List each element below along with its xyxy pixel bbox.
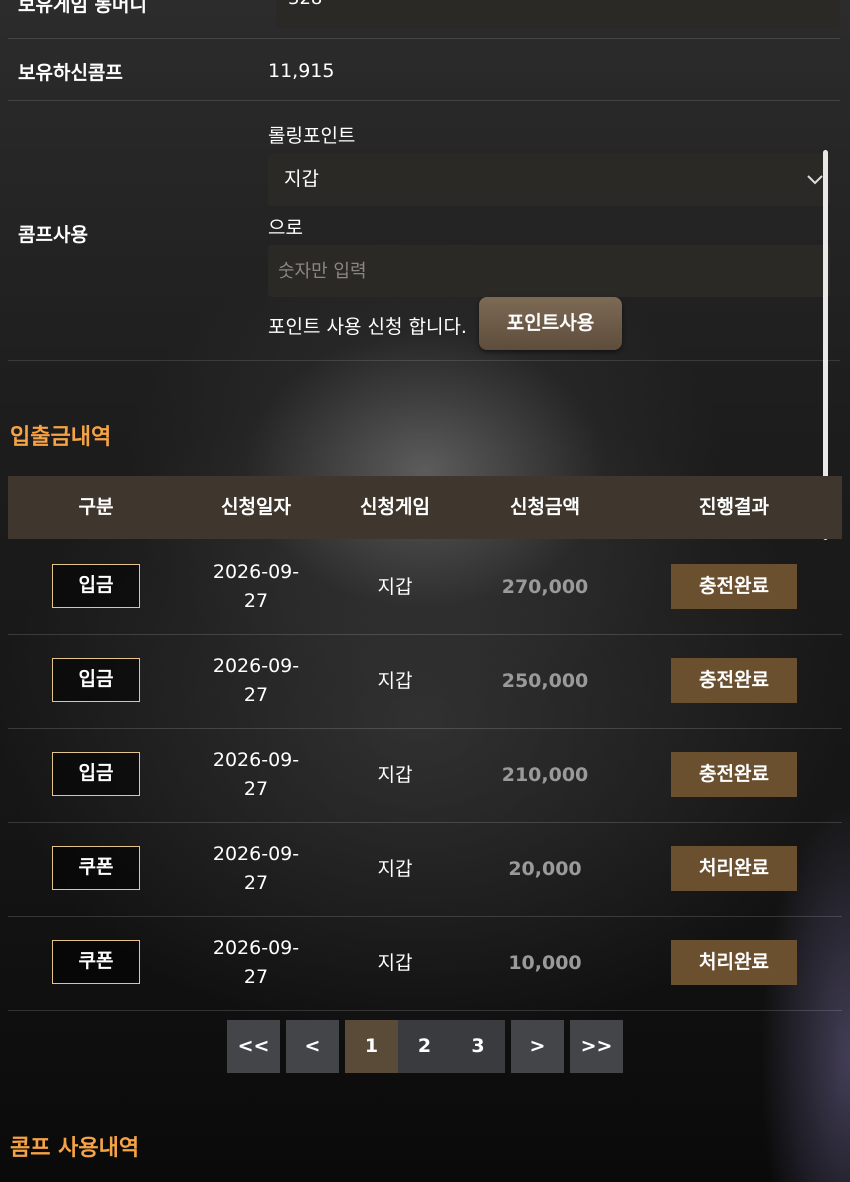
header-type: 구분 — [78, 496, 114, 518]
table-row: 쿠폰 2026-09- 27 지갑 10,000 처리완료 — [8, 916, 842, 1011]
status-badge: 충전완료 — [671, 658, 797, 703]
page-next-button[interactable]: > — [511, 1020, 564, 1073]
chevron-down-icon — [806, 153, 824, 227]
use-point-button[interactable]: 포인트사용 — [479, 297, 622, 350]
status-badge: 처리완료 — [671, 940, 797, 985]
game-cell: 지갑 — [377, 764, 413, 786]
comp-use-label: 콤프사용 — [18, 224, 88, 246]
table-row: 입금 2026-09- 27 지갑 210,000 충전완료 — [8, 728, 842, 823]
page-last-button[interactable]: >> — [570, 1020, 623, 1073]
date-cell: 2026-09- 27 — [212, 655, 300, 706]
to-label: 으로 — [268, 217, 303, 239]
date-cell: 2026-09- 27 — [212, 843, 300, 894]
amount-cell: 210,000 — [501, 764, 589, 786]
history-title: 입출금내역 — [10, 425, 112, 450]
rolling-point-label: 롤링포인트 — [268, 125, 356, 147]
page-first-button[interactable]: << — [227, 1020, 280, 1073]
game-cell: 지갑 — [377, 858, 413, 880]
page-2-button[interactable]: 2 — [398, 1020, 451, 1073]
comp-history-title: 콤프 사용내역 — [10, 1136, 140, 1161]
table-row: 입금 2026-09- 27 지갑 270,000 충전완료 — [8, 540, 842, 635]
amount-cell: 20,000 — [508, 858, 582, 880]
type-badge: 쿠폰 — [52, 846, 140, 890]
date-cell: 2026-09- 27 — [212, 937, 300, 988]
type-badge: 입금 — [52, 564, 140, 608]
game-cell: 지갑 — [377, 576, 413, 598]
status-badge: 처리완료 — [671, 846, 797, 891]
header-status: 진행결과 — [699, 496, 769, 518]
amount-cell: 10,000 — [508, 952, 582, 974]
game-cell: 지갑 — [377, 670, 413, 692]
table-row: 쿠폰 2026-09- 27 지갑 20,000 처리완료 — [8, 822, 842, 917]
header-amount: 신청금액 — [510, 496, 580, 518]
date-cell: 2026-09- 27 — [212, 561, 300, 612]
point-amount-input[interactable] — [268, 245, 830, 297]
header-date: 신청일자 — [221, 496, 291, 518]
page-1-button[interactable]: 1 — [345, 1020, 398, 1073]
page-prev-button[interactable]: < — [286, 1020, 339, 1073]
game-cell: 지갑 — [377, 952, 413, 974]
type-badge: 입금 — [52, 752, 140, 796]
status-badge: 충전완료 — [671, 752, 797, 797]
history-table-header: 구분 신청일자 신청게임 신청금액 진행결과 — [8, 476, 842, 539]
request-text: 포인트 사용 신청 합니다. — [268, 316, 467, 338]
wallet-select-value: 지갑 — [284, 168, 319, 190]
date-cell: 2026-09- 27 — [212, 749, 300, 800]
status-badge: 충전완료 — [671, 564, 797, 609]
table-row: 입금 2026-09- 27 지갑 250,000 충전완료 — [8, 634, 842, 729]
amount-cell: 270,000 — [501, 576, 589, 598]
type-badge: 입금 — [52, 658, 140, 702]
page-3-button[interactable]: 3 — [451, 1020, 505, 1073]
header-game: 신청게임 — [360, 496, 430, 518]
amount-cell: 250,000 — [501, 670, 589, 692]
wallet-select[interactable]: 지갑 — [268, 153, 830, 206]
type-badge: 쿠폰 — [52, 940, 140, 984]
